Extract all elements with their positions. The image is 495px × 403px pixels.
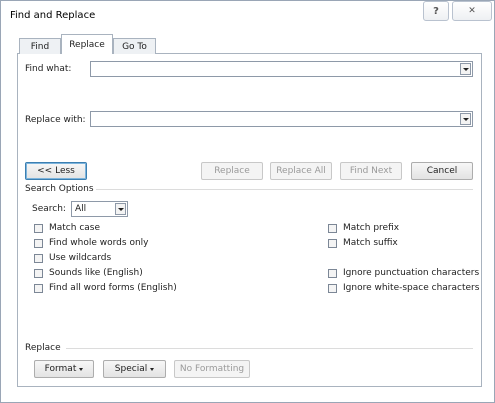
replace-all-button-label: Replace All xyxy=(276,166,326,176)
tab-panel xyxy=(17,53,482,387)
option-wildcards[interactable]: Use wildcards xyxy=(34,252,177,264)
option-sounds-like[interactable]: Sounds like (English) xyxy=(34,267,177,279)
replace-section-heading: Replace xyxy=(25,343,61,353)
sounds-like-label: Sounds like (English) xyxy=(49,268,143,278)
option-ignore-whitespace[interactable]: Ignore white-space characters xyxy=(328,282,479,294)
replace-button[interactable]: Replace xyxy=(201,162,263,180)
match-case-checkbox[interactable] xyxy=(34,223,43,233)
whole-words-label: Find whole words only xyxy=(49,238,149,248)
special-button[interactable]: Special xyxy=(103,360,166,378)
find-next-button[interactable]: Find Next xyxy=(340,162,402,180)
no-formatting-button[interactable]: No Formatting xyxy=(174,360,250,378)
cancel-button-label: Cancel xyxy=(426,166,458,176)
replace-with-input[interactable] xyxy=(90,111,473,127)
cancel-button[interactable]: Cancel xyxy=(411,162,473,180)
search-direction-dropdown-icon[interactable] xyxy=(115,203,126,215)
match-suffix-label: Match suffix xyxy=(343,238,398,248)
tab-replace[interactable]: Replace xyxy=(61,34,113,54)
format-button[interactable]: Format xyxy=(34,360,94,378)
find-what-dropdown-icon[interactable] xyxy=(460,63,471,75)
replace-with-dropdown-icon[interactable] xyxy=(460,113,471,125)
less-button[interactable]: << Less xyxy=(25,162,87,180)
search-direction-select[interactable]: All xyxy=(71,201,128,217)
left-options: Match case Find whole words only Use wil… xyxy=(34,222,177,294)
replace-button-label: Replace xyxy=(214,166,250,176)
search-label: Search: xyxy=(32,204,66,214)
ignore-punctuation-label: Ignore punctuation characters xyxy=(343,268,480,278)
replace-all-button[interactable]: Replace All xyxy=(270,162,332,180)
option-word-forms[interactable]: Find all word forms (English) xyxy=(34,282,177,294)
word-forms-checkbox[interactable] xyxy=(34,283,43,293)
option-whole-words[interactable]: Find whole words only xyxy=(34,237,177,249)
search-direction-value: All xyxy=(75,204,87,214)
ignore-punctuation-checkbox[interactable] xyxy=(328,268,337,278)
format-button-label: Format xyxy=(44,364,77,374)
option-ignore-punctuation[interactable]: Ignore punctuation characters xyxy=(328,267,479,279)
close-button[interactable]: ✕ xyxy=(452,1,492,21)
help-button[interactable]: ? xyxy=(423,1,449,21)
replace-section-divider xyxy=(66,348,473,349)
match-prefix-label: Match prefix xyxy=(343,223,400,233)
tab-goto[interactable]: Go To xyxy=(113,38,156,54)
tab-replace-label: Replace xyxy=(69,39,105,50)
sounds-like-checkbox[interactable] xyxy=(34,268,43,278)
tab-find-label: Find xyxy=(30,41,50,52)
replace-with-label: Replace with: xyxy=(25,115,86,125)
ignore-whitespace-checkbox[interactable] xyxy=(328,283,337,293)
match-case-label: Match case xyxy=(49,223,101,233)
wildcards-label: Use wildcards xyxy=(49,253,112,263)
search-options-divider xyxy=(96,189,473,190)
tab-find[interactable]: Find xyxy=(19,38,61,54)
less-button-label: << Less xyxy=(37,166,75,176)
option-match-prefix[interactable]: Match prefix xyxy=(328,222,479,234)
option-match-case[interactable]: Match case xyxy=(34,222,177,234)
close-icon: ✕ xyxy=(468,6,476,16)
search-options-heading: Search Options xyxy=(25,184,94,194)
whole-words-checkbox[interactable] xyxy=(34,238,43,248)
dialog-title: Find and Replace xyxy=(10,10,96,21)
ignore-whitespace-label: Ignore white-space characters xyxy=(343,283,480,293)
special-dropdown-icon xyxy=(150,367,155,371)
word-forms-label: Find all word forms (English) xyxy=(49,283,177,293)
match-suffix-checkbox[interactable] xyxy=(328,238,337,248)
option-match-suffix[interactable]: Match suffix xyxy=(328,237,479,249)
no-formatting-button-label: No Formatting xyxy=(179,364,245,374)
find-next-button-label: Find Next xyxy=(349,166,393,176)
help-icon: ? xyxy=(433,5,439,17)
find-what-label: Find what: xyxy=(25,64,72,74)
right-options: Match prefix Match suffix Ignore punctua… xyxy=(328,222,479,294)
wildcards-checkbox[interactable] xyxy=(34,253,43,263)
match-prefix-checkbox[interactable] xyxy=(328,223,337,233)
tab-goto-label: Go To xyxy=(122,41,147,52)
special-button-label: Special xyxy=(114,364,148,374)
format-dropdown-icon xyxy=(79,367,84,371)
find-what-input[interactable] xyxy=(90,61,473,77)
